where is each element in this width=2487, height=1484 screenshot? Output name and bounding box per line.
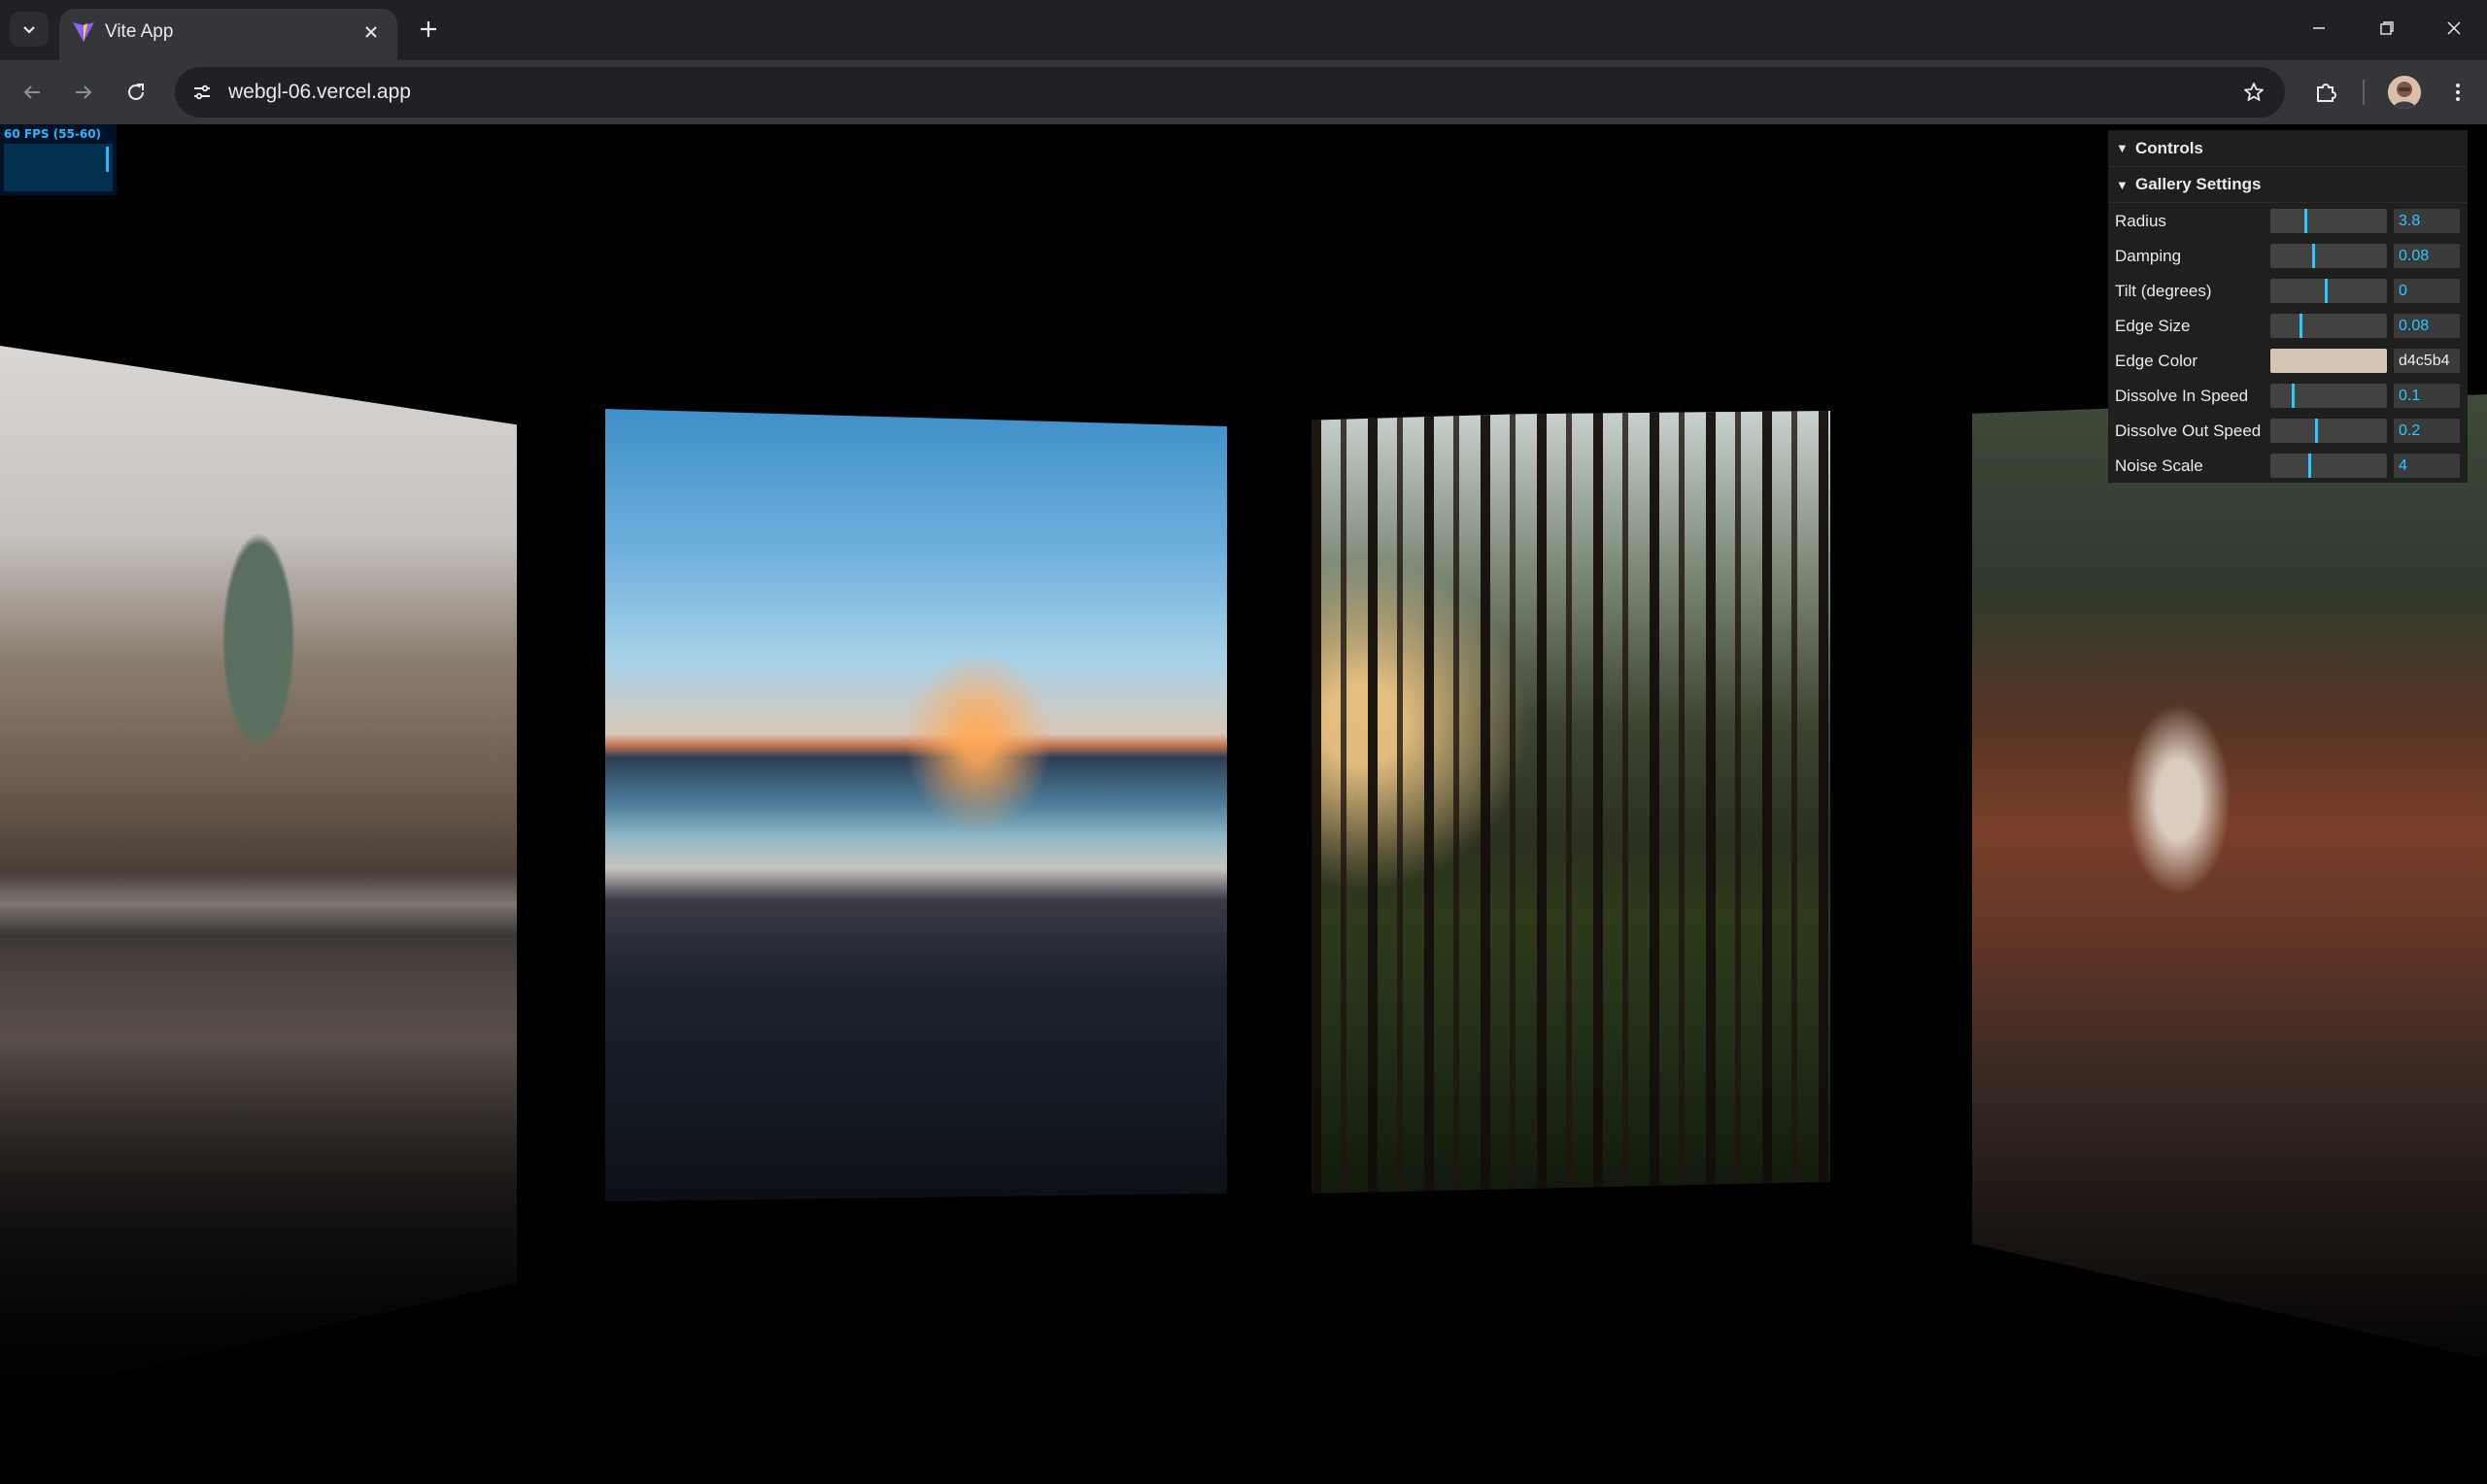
dissolve-out-value-input[interactable]: 0.2 <box>2394 419 2460 443</box>
close-window-button[interactable] <box>2432 10 2476 47</box>
minimize-button[interactable] <box>2297 10 2341 47</box>
radius-slider[interactable] <box>2270 209 2387 233</box>
edge-size-value-input[interactable]: 0.08 <box>2394 314 2460 338</box>
forward-button[interactable] <box>64 73 103 112</box>
control-label: Edge Color <box>2115 352 2198 370</box>
site-info-button[interactable] <box>185 75 220 110</box>
gallery-image-waterfall <box>1972 394 2487 1360</box>
restore-icon <box>2380 21 2394 35</box>
address-bar[interactable]: webgl-06.vercel.app <box>175 67 2285 118</box>
gallery-image-church <box>0 346 517 1399</box>
url-text[interactable]: webgl-06.vercel.app <box>228 81 411 104</box>
browser-toolbar: webgl-06.vercel.app <box>0 60 2487 124</box>
control-dissolve-out: Dissolve Out Speed 0.2 <box>2108 413 2468 448</box>
control-label: Edge Size <box>2115 317 2191 335</box>
control-label: Damping <box>2115 247 2182 265</box>
chevron-down-icon: ▼ <box>2116 141 2129 155</box>
control-damping: Damping 0.08 <box>2108 238 2468 273</box>
toolbar-separator <box>2363 80 2365 105</box>
gallery-image-beach <box>605 409 1227 1201</box>
edge-color-hex-input[interactable]: d4c5b4 <box>2394 349 2460 373</box>
new-tab-button[interactable] <box>410 12 447 47</box>
tab-search-button[interactable] <box>10 12 49 47</box>
tilt-slider[interactable] <box>2270 279 2387 303</box>
fps-text: 60 FPS (55-60) <box>4 127 102 141</box>
fps-meter[interactable]: 60 FPS (55-60) <box>0 124 117 195</box>
more-vert-icon <box>2456 84 2460 101</box>
close-icon <box>365 26 377 38</box>
tilt-value-input[interactable]: 0 <box>2394 279 2460 303</box>
control-label: Dissolve Out Speed <box>2115 422 2262 440</box>
puzzle-icon <box>2317 84 2336 102</box>
chevron-down-icon <box>23 26 35 34</box>
webgl-canvas[interactable]: 60 FPS (55-60) ▼ Controls ▼ Gallery Sett… <box>0 124 2487 1484</box>
gallery-image-forest <box>1312 411 1830 1194</box>
fps-graph <box>4 144 113 191</box>
tab-strip: Vite App <box>0 0 2487 60</box>
browser-tab[interactable]: Vite App <box>59 9 397 60</box>
extensions-button[interactable] <box>2306 73 2345 112</box>
avatar-icon <box>2388 76 2421 109</box>
control-dissolve-in: Dissolve In Speed 0.1 <box>2108 378 2468 413</box>
vite-logo-icon <box>73 22 94 42</box>
reload-icon <box>128 84 144 100</box>
damping-slider[interactable] <box>2270 244 2387 268</box>
plus-icon <box>421 21 436 37</box>
bookmark-button[interactable] <box>2236 75 2271 110</box>
edge-size-slider[interactable] <box>2270 314 2387 338</box>
control-edge-color: Edge Color d4c5b4 <box>2108 343 2468 378</box>
control-tilt: Tilt (degrees) 0 <box>2108 273 2468 308</box>
noise-scale-slider[interactable] <box>2270 454 2387 478</box>
back-arrow-icon <box>23 85 40 99</box>
control-label: Tilt (degrees) <box>2115 282 2212 300</box>
slider-handle[interactable] <box>2292 384 2295 408</box>
edge-color-swatch[interactable] <box>2270 349 2387 373</box>
control-label: Radius <box>2115 212 2166 230</box>
gallery-settings-folder[interactable]: ▼ Gallery Settings <box>2108 166 2468 203</box>
profile-avatar[interactable] <box>2388 76 2421 109</box>
control-noise-scale: Noise Scale 4 <box>2108 448 2468 483</box>
damping-value-input[interactable]: 0.08 <box>2394 244 2460 268</box>
menu-button[interactable] <box>2438 73 2477 112</box>
radius-value-input[interactable]: 3.8 <box>2394 209 2460 233</box>
control-label: Dissolve In Speed <box>2115 387 2249 405</box>
star-icon <box>2244 83 2264 101</box>
fps-graph-bar <box>106 147 109 172</box>
slider-handle[interactable] <box>2300 314 2302 338</box>
control-edge-size: Edge Size 0.08 <box>2108 308 2468 343</box>
dissolve-in-value-input[interactable]: 0.1 <box>2394 384 2460 408</box>
slider-handle[interactable] <box>2325 279 2328 303</box>
minimize-icon <box>2313 27 2325 29</box>
tab-close-button[interactable] <box>358 19 384 45</box>
slider-handle[interactable] <box>2312 244 2315 268</box>
reload-button[interactable] <box>117 73 155 112</box>
tab-title: Vite App <box>105 21 174 42</box>
controls-panel: ▼ Controls ▼ Gallery Settings Radius 3.8… <box>2108 130 2468 483</box>
back-button[interactable] <box>13 73 51 112</box>
control-radius: Radius 3.8 <box>2108 203 2468 238</box>
noise-scale-value-input[interactable]: 4 <box>2394 454 2460 478</box>
close-window-icon <box>2447 21 2461 35</box>
slider-handle[interactable] <box>2308 454 2311 478</box>
dissolve-out-slider[interactable] <box>2270 419 2387 443</box>
slider-handle[interactable] <box>2315 419 2318 443</box>
chevron-down-icon: ▼ <box>2116 177 2129 192</box>
dissolve-in-slider[interactable] <box>2270 384 2387 408</box>
restore-button[interactable] <box>2365 10 2409 47</box>
control-label: Noise Scale <box>2115 456 2203 475</box>
slider-handle[interactable] <box>2304 209 2307 233</box>
forward-arrow-icon <box>76 85 92 99</box>
tune-icon <box>194 84 210 100</box>
controls-title[interactable]: ▼ Controls <box>2108 130 2468 166</box>
